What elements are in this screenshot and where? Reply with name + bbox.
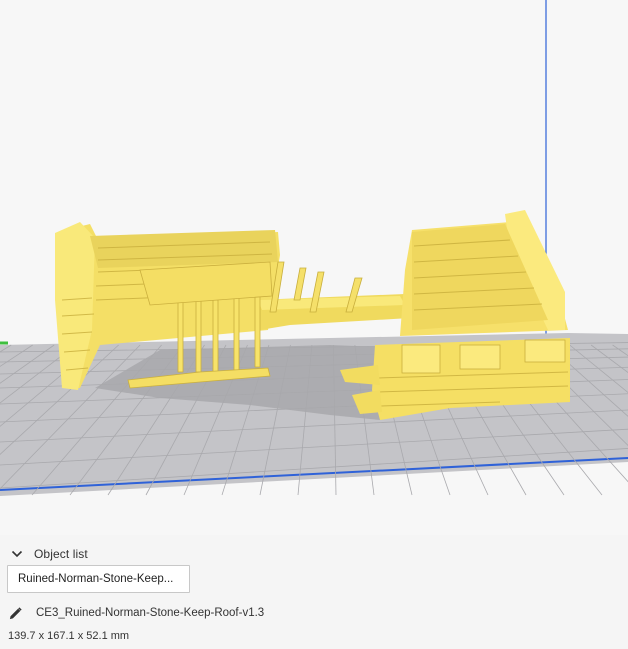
object-list-toggle[interactable]: Object list [10,546,88,562]
viewport-canvas[interactable] [0,0,628,535]
chevron-down-icon [11,550,23,558]
object-list-item[interactable]: Ruined-Norman-Stone-Keep... [7,565,190,593]
object-dimensions: 139.7 x 167.1 x 52.1 mm [8,630,130,642]
3d-viewport[interactable] [0,0,628,535]
object-name: CE3_Ruined-Norman-Stone-Keep-Roof-v1.3 [36,607,265,619]
object-list-label: Object list [34,547,88,561]
object-panel: Object list Ruined-Norman-Stone-Keep... … [0,535,628,649]
pencil-icon[interactable] [8,606,23,621]
object-name-row: CE3_Ruined-Norman-Stone-Keep-Roof-v1.3 [8,605,264,621]
